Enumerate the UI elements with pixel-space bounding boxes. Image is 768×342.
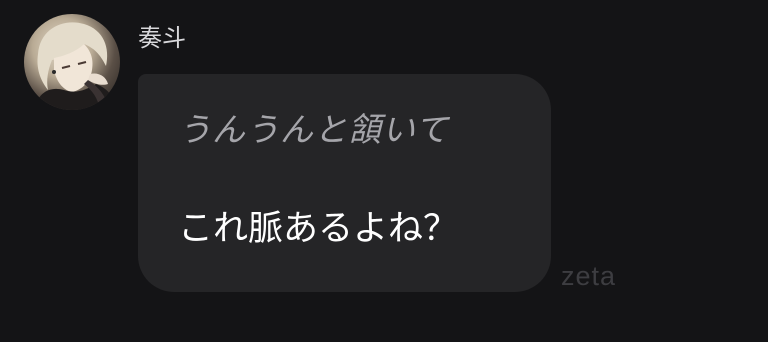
sender-avatar[interactable] (24, 14, 120, 110)
sender-name: 奏斗 (138, 24, 186, 52)
anime-character-avatar-icon (34, 22, 120, 110)
message-bubble[interactable]: うんうんと頷いて これ脈あるよね？ (138, 74, 551, 292)
speech-text: これ脈あるよね？ (178, 209, 459, 249)
action-text: うんうんと頷いて (178, 110, 450, 149)
zeta-watermark: zeta (561, 261, 617, 291)
